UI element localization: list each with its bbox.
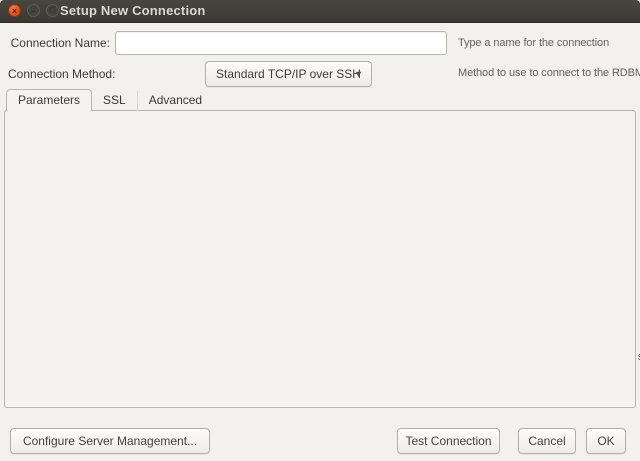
chevron-down-icon: ▼ <box>354 62 363 86</box>
connection-name-input[interactable] <box>115 31 447 55</box>
cancel-button[interactable]: Cancel <box>518 428 576 454</box>
tab-bar: Parameters SSL Advanced <box>6 89 213 111</box>
tab-parameters[interactable]: Parameters <box>6 89 92 111</box>
setup-new-connection-dialog: × – ▢ Setup New Connection Connection Na… <box>0 0 640 461</box>
tab-ssl[interactable]: SSL <box>92 91 138 111</box>
title-bar: × – ▢ Setup New Connection <box>0 0 640 23</box>
maximize-icon[interactable]: ▢ <box>46 4 59 17</box>
connection-name-label: Connection Name: <box>5 31 110 55</box>
minimize-icon[interactable]: – <box>27 4 40 17</box>
configure-server-management-button[interactable]: Configure Server Management... <box>10 428 210 454</box>
connection-name-hint: Type a name for the connection <box>458 37 609 49</box>
connection-method-value: Standard TCP/IP over SSH <box>216 67 361 81</box>
test-connection-button[interactable]: Test Connection <box>397 428 500 454</box>
connection-method-dropdown[interactable]: Standard TCP/IP over SSH ▼ <box>205 61 372 87</box>
tab-advanced[interactable]: Advanced <box>138 91 213 111</box>
parameters-panel <box>4 110 636 408</box>
ok-button[interactable]: OK <box>586 428 626 454</box>
connection-method-hint: Method to use to connect to the RDBMS <box>458 67 640 79</box>
connection-method-label: Connection Method: <box>8 61 115 87</box>
close-icon[interactable]: × <box>8 4 21 17</box>
window-title: Setup New Connection <box>60 0 206 22</box>
